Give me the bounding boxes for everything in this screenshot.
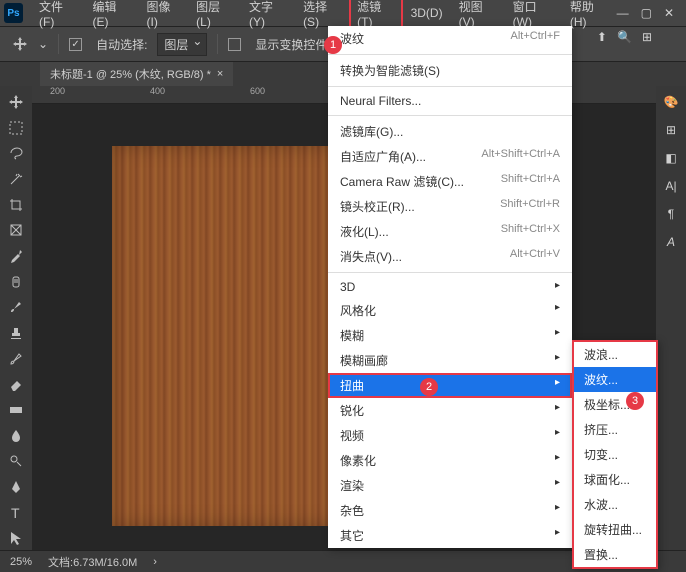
distort-pinch[interactable]: 挤压...: [574, 417, 656, 442]
transform-controls-checkbox[interactable]: [228, 38, 241, 51]
filter-library[interactable]: 滤镜库(G)...: [328, 119, 572, 144]
healing-tool[interactable]: [2, 270, 30, 294]
close-icon[interactable]: ×: [217, 68, 223, 80]
distort-zigzag[interactable]: 水波...: [574, 492, 656, 517]
filter-video[interactable]: 视频: [328, 423, 572, 448]
tools-panel: T: [0, 86, 32, 550]
menu-layer[interactable]: 图层(L): [188, 0, 241, 33]
distort-spherize[interactable]: 球面化...: [574, 467, 656, 492]
brush-tool[interactable]: [2, 295, 30, 319]
move-tool[interactable]: [2, 90, 30, 114]
tab-title: 未标题-1 @ 25% (木纹, RGB/8) *: [50, 66, 211, 82]
distort-shear[interactable]: 切变...: [574, 442, 656, 467]
annotation-badge-3: 3: [626, 392, 644, 410]
filter-render[interactable]: 渲染: [328, 473, 572, 498]
share-icon[interactable]: ⬆: [597, 30, 607, 44]
window-minimize-icon[interactable]: —: [617, 6, 629, 20]
filter-neural[interactable]: Neural Filters...: [328, 90, 572, 112]
right-panels: 🎨 ⊞ ◧ A| ¶ A: [656, 86, 686, 550]
menu-type[interactable]: 文字(Y): [241, 0, 295, 33]
annotation-badge-2: 2: [420, 378, 438, 396]
window-close-icon[interactable]: ✕: [664, 6, 674, 20]
marquee-tool[interactable]: [2, 116, 30, 140]
app-icon: Ps: [4, 3, 23, 23]
doc-size: 文档:6.73M/16.0M: [48, 554, 137, 570]
filter-distort[interactable]: 扭曲: [328, 373, 572, 398]
menu-edit[interactable]: 编辑(E): [84, 0, 138, 33]
menu-image[interactable]: 图像(I): [139, 0, 189, 33]
divider: [217, 34, 218, 54]
filter-lens[interactable]: 镜头校正(R)...Shift+Ctrl+R: [328, 194, 572, 219]
filter-blur[interactable]: 模糊: [328, 323, 572, 348]
filter-blur-gallery[interactable]: 模糊画廊: [328, 348, 572, 373]
canvas-document[interactable]: [112, 146, 342, 526]
eyedropper-tool[interactable]: [2, 244, 30, 268]
menu-file[interactable]: 文件(F): [31, 0, 84, 33]
filter-smart[interactable]: 转换为智能滤镜(S): [328, 58, 572, 83]
stamp-tool[interactable]: [2, 321, 30, 345]
filter-pixelate[interactable]: 像素化: [328, 448, 572, 473]
distort-submenu: 波浪... 波纹... 极坐标... 挤压... 切变... 球面化... 水波…: [572, 340, 658, 569]
transform-controls-label: 显示变换控件: [255, 36, 327, 53]
pen-tool[interactable]: [2, 475, 30, 499]
menu-separator: [328, 86, 572, 87]
menu-separator: [328, 54, 572, 55]
filter-vanish[interactable]: 消失点(V)...Alt+Ctrl+V: [328, 244, 572, 269]
swatches-panel-icon[interactable]: ⊞: [657, 118, 685, 142]
adjustments-panel-icon[interactable]: ◧: [657, 146, 685, 170]
filter-camera-raw[interactable]: Camera Raw 滤镜(C)...Shift+Ctrl+A: [328, 169, 572, 194]
filter-other[interactable]: 其它: [328, 523, 572, 548]
ruler-mark: 200: [50, 86, 150, 103]
dodge-tool[interactable]: [2, 449, 30, 473]
distort-displace[interactable]: 置换...: [574, 542, 656, 567]
menu-separator: [328, 272, 572, 273]
search-icon[interactable]: 🔍: [617, 30, 632, 44]
gradient-tool[interactable]: [2, 398, 30, 422]
document-tab[interactable]: 未标题-1 @ 25% (木纹, RGB/8) * ×: [40, 62, 233, 86]
annotation-badge-1: 1: [324, 36, 342, 54]
path-select-tool[interactable]: [2, 526, 30, 550]
glyphs-panel-icon[interactable]: A: [657, 230, 685, 254]
menu-3d[interactable]: 3D(D): [403, 2, 451, 24]
filter-noise[interactable]: 杂色: [328, 498, 572, 523]
ruler-mark: 400: [150, 86, 250, 103]
menu-separator: [328, 115, 572, 116]
menubar: Ps 文件(F) 编辑(E) 图像(I) 图层(L) 文字(Y) 选择(S) 滤…: [0, 0, 686, 26]
paragraph-panel-icon[interactable]: ¶: [657, 202, 685, 226]
move-tool-icon: [12, 36, 28, 52]
frame-tool[interactable]: [2, 218, 30, 242]
character-panel-icon[interactable]: A|: [657, 174, 685, 198]
chevron-right-icon[interactable]: ›: [153, 556, 157, 568]
filter-sharpen[interactable]: 锐化: [328, 398, 572, 423]
window-maximize-icon[interactable]: ▢: [641, 6, 652, 20]
auto-select-checkbox[interactable]: [69, 38, 82, 51]
distort-wave[interactable]: 波浪...: [574, 342, 656, 367]
chevron-down-icon[interactable]: ⌄: [38, 37, 48, 51]
divider: [58, 34, 59, 54]
wand-tool[interactable]: [2, 167, 30, 191]
history-brush-tool[interactable]: [2, 347, 30, 371]
zoom-level[interactable]: 25%: [10, 556, 32, 568]
filter-recent[interactable]: 波纹Alt+Ctrl+F: [328, 26, 572, 51]
workspace-icon[interactable]: ⊞: [642, 30, 652, 44]
filter-menu: 波纹Alt+Ctrl+F 转换为智能滤镜(S) Neural Filters..…: [328, 26, 572, 548]
filter-adaptive[interactable]: 自适应广角(A)...Alt+Shift+Ctrl+A: [328, 144, 572, 169]
filter-liquify[interactable]: 液化(L)...Shift+Ctrl+X: [328, 219, 572, 244]
distort-twirl[interactable]: 旋转扭曲...: [574, 517, 656, 542]
svg-text:T: T: [11, 505, 20, 521]
crop-tool[interactable]: [2, 193, 30, 217]
blur-tool[interactable]: [2, 424, 30, 448]
filter-stylize[interactable]: 风格化: [328, 298, 572, 323]
filter-3d[interactable]: 3D: [328, 276, 572, 298]
layer-dropdown[interactable]: 图层: [157, 33, 207, 56]
eraser-tool[interactable]: [2, 372, 30, 396]
lasso-tool[interactable]: [2, 141, 30, 165]
color-panel-icon[interactable]: 🎨: [657, 90, 685, 114]
distort-polar[interactable]: 极坐标...: [574, 392, 656, 417]
auto-select-label: 自动选择:: [96, 36, 147, 53]
type-tool[interactable]: T: [2, 501, 30, 525]
distort-ripple[interactable]: 波纹...: [574, 367, 656, 392]
right-header-icons: ⬆ 🔍 ⊞: [597, 30, 652, 44]
